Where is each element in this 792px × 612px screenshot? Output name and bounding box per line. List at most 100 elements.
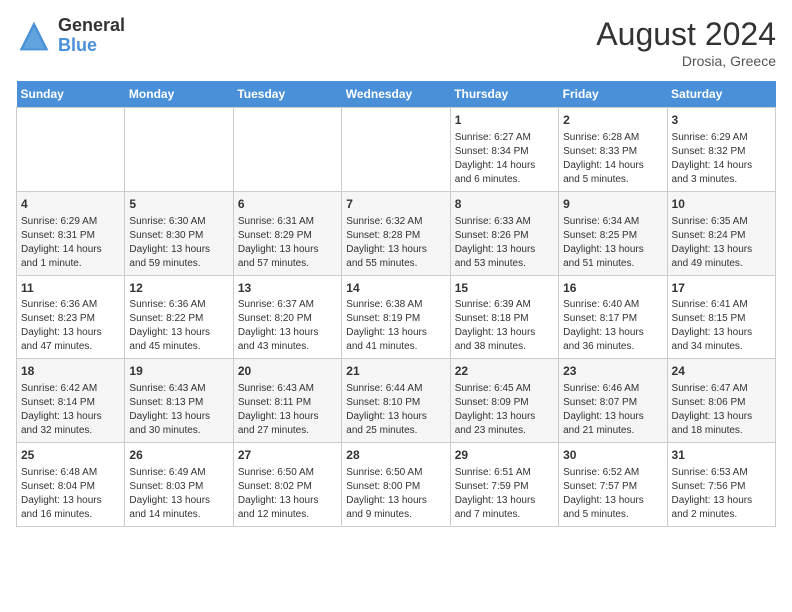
- calendar-cell: 28 Sunrise: 6:50 AM Sunset: 8:00 PM Dayli…: [342, 443, 450, 527]
- header: General Blue August 2024 Drosia, Greece: [16, 16, 776, 69]
- header-monday: Monday: [125, 81, 233, 108]
- calendar-cell: 5 Sunrise: 6:30 AM Sunset: 8:30 PM Daylig…: [125, 191, 233, 275]
- day-info: Sunrise: 6:51 AM Sunset: 7:59 PM Dayligh…: [455, 466, 554, 522]
- day-info: Sunrise: 6:50 AM Sunset: 8:02 PM Dayligh…: [238, 466, 337, 522]
- day-info: Sunrise: 6:47 AM Sunset: 8:06 PM Dayligh…: [672, 382, 771, 438]
- calendar-cell: 7 Sunrise: 6:32 AM Sunset: 8:28 PM Daylig…: [342, 191, 450, 275]
- day-number: 16: [563, 280, 662, 297]
- calendar-cell: 29Sunrise: 6:51 AM Sunset: 7:59 PM Dayli…: [450, 443, 558, 527]
- day-info: Sunrise: 6:34 AM Sunset: 8:25 PM Dayligh…: [563, 215, 662, 271]
- day-info: Sunrise: 6:41 AM Sunset: 8:15 PM Dayligh…: [672, 298, 771, 354]
- day-number: 30: [563, 447, 662, 464]
- day-info: Sunrise: 6:36 AM Sunset: 8:22 PM Dayligh…: [129, 298, 228, 354]
- header-sunday: Sunday: [17, 81, 125, 108]
- day-number: 13: [238, 280, 337, 297]
- day-number: 2: [563, 112, 662, 129]
- day-number: 17: [672, 280, 771, 297]
- calendar-header-row: SundayMondayTuesdayWednesdayThursdayFrid…: [17, 81, 776, 108]
- day-info: Sunrise: 6:29 AM Sunset: 8:32 PM Dayligh…: [672, 131, 771, 187]
- header-wednesday: Wednesday: [342, 81, 450, 108]
- calendar-cell: 23 Sunrise: 6:46 AM Sunset: 8:07 PM Dayli…: [559, 359, 667, 443]
- calendar-cell: 15Sunrise: 6:39 AM Sunset: 8:18 PM Dayli…: [450, 275, 558, 359]
- day-number: 5: [129, 196, 228, 213]
- calendar-cell: 8 Sunrise: 6:33 AM Sunset: 8:26 PM Daylig…: [450, 191, 558, 275]
- logo-general: General: [58, 16, 125, 36]
- day-info: Sunrise: 6:38 AM Sunset: 8:19 PM Dayligh…: [346, 298, 445, 354]
- day-info: Sunrise: 6:45 AM Sunset: 8:09 PM Dayligh…: [455, 382, 554, 438]
- calendar-cell: 12Sunrise: 6:36 AM Sunset: 8:22 PM Dayli…: [125, 275, 233, 359]
- day-info: Sunrise: 6:50 AM Sunset: 8:00 PM Dayligh…: [346, 466, 445, 522]
- day-info: Sunrise: 6:48 AM Sunset: 8:04 PM Dayligh…: [21, 466, 120, 522]
- day-number: 22: [455, 363, 554, 380]
- day-number: 27: [238, 447, 337, 464]
- day-info: Sunrise: 6:30 AM Sunset: 8:30 PM Dayligh…: [129, 215, 228, 271]
- day-info: Sunrise: 6:28 AM Sunset: 8:33 PM Dayligh…: [563, 131, 662, 187]
- day-info: Sunrise: 6:36 AM Sunset: 8:23 PM Dayligh…: [21, 298, 120, 354]
- calendar-cell: [342, 108, 450, 192]
- logo-icon: [16, 18, 52, 54]
- header-saturday: Saturday: [667, 81, 775, 108]
- day-number: 4: [21, 196, 120, 213]
- calendar-cell: 1 Sunrise: 6:27 AM Sunset: 8:34 PM Daylig…: [450, 108, 558, 192]
- day-number: 9: [563, 196, 662, 213]
- calendar-cell: 16Sunrise: 6:40 AM Sunset: 8:17 PM Dayli…: [559, 275, 667, 359]
- calendar-cell: 26 Sunrise: 6:49 AM Sunset: 8:03 PM Dayli…: [125, 443, 233, 527]
- day-number: 7: [346, 196, 445, 213]
- calendar-cell: [233, 108, 341, 192]
- calendar-cell: 4 Sunrise: 6:29 AM Sunset: 8:31 PM Daylig…: [17, 191, 125, 275]
- week-row-2: 11Sunrise: 6:36 AM Sunset: 8:23 PM Dayli…: [17, 275, 776, 359]
- calendar-cell: 19Sunrise: 6:43 AM Sunset: 8:13 PM Dayli…: [125, 359, 233, 443]
- calendar-cell: 14Sunrise: 6:38 AM Sunset: 8:19 PM Dayli…: [342, 275, 450, 359]
- day-number: 26: [129, 447, 228, 464]
- day-number: 28: [346, 447, 445, 464]
- day-info: Sunrise: 6:37 AM Sunset: 8:20 PM Dayligh…: [238, 298, 337, 354]
- day-info: Sunrise: 6:43 AM Sunset: 8:13 PM Dayligh…: [129, 382, 228, 438]
- day-info: Sunrise: 6:40 AM Sunset: 8:17 PM Dayligh…: [563, 298, 662, 354]
- day-info: Sunrise: 6:52 AM Sunset: 7:57 PM Dayligh…: [563, 466, 662, 522]
- calendar-cell: 17Sunrise: 6:41 AM Sunset: 8:15 PM Dayli…: [667, 275, 775, 359]
- day-number: 8: [455, 196, 554, 213]
- calendar-cell: 6Sunrise: 6:31 AM Sunset: 8:29 PM Daylig…: [233, 191, 341, 275]
- day-number: 25: [21, 447, 120, 464]
- header-tuesday: Tuesday: [233, 81, 341, 108]
- calendar-cell: 9 Sunrise: 6:34 AM Sunset: 8:25 PM Daylig…: [559, 191, 667, 275]
- day-number: 24: [672, 363, 771, 380]
- logo-blue: Blue: [58, 36, 125, 56]
- week-row-3: 18Sunrise: 6:42 AM Sunset: 8:14 PM Dayli…: [17, 359, 776, 443]
- header-friday: Friday: [559, 81, 667, 108]
- day-info: Sunrise: 6:49 AM Sunset: 8:03 PM Dayligh…: [129, 466, 228, 522]
- week-row-4: 25 Sunrise: 6:48 AM Sunset: 8:04 PM Dayli…: [17, 443, 776, 527]
- day-info: Sunrise: 6:35 AM Sunset: 8:24 PM Dayligh…: [672, 215, 771, 271]
- calendar-cell: 22 Sunrise: 6:45 AM Sunset: 8:09 PM Dayli…: [450, 359, 558, 443]
- calendar-cell: 10 Sunrise: 6:35 AM Sunset: 8:24 PM Dayli…: [667, 191, 775, 275]
- calendar-cell: 31Sunrise: 6:53 AM Sunset: 7:56 PM Dayli…: [667, 443, 775, 527]
- calendar-cell: 2 Sunrise: 6:28 AM Sunset: 8:33 PM Daylig…: [559, 108, 667, 192]
- day-number: 21: [346, 363, 445, 380]
- day-number: 3: [672, 112, 771, 129]
- header-thursday: Thursday: [450, 81, 558, 108]
- logo: General Blue: [16, 16, 125, 56]
- day-info: Sunrise: 6:44 AM Sunset: 8:10 PM Dayligh…: [346, 382, 445, 438]
- day-info: Sunrise: 6:27 AM Sunset: 8:34 PM Dayligh…: [455, 131, 554, 187]
- day-number: 23: [563, 363, 662, 380]
- calendar-cell: 11Sunrise: 6:36 AM Sunset: 8:23 PM Dayli…: [17, 275, 125, 359]
- day-info: Sunrise: 6:29 AM Sunset: 8:31 PM Dayligh…: [21, 215, 120, 271]
- week-row-0: 1 Sunrise: 6:27 AM Sunset: 8:34 PM Daylig…: [17, 108, 776, 192]
- day-info: Sunrise: 6:43 AM Sunset: 8:11 PM Dayligh…: [238, 382, 337, 438]
- day-number: 10: [672, 196, 771, 213]
- day-number: 20: [238, 363, 337, 380]
- calendar-cell: 21 Sunrise: 6:44 AM Sunset: 8:10 PM Dayli…: [342, 359, 450, 443]
- day-number: 1: [455, 112, 554, 129]
- calendar-cell: 13Sunrise: 6:37 AM Sunset: 8:20 PM Dayli…: [233, 275, 341, 359]
- day-info: Sunrise: 6:33 AM Sunset: 8:26 PM Dayligh…: [455, 215, 554, 271]
- day-info: Sunrise: 6:46 AM Sunset: 8:07 PM Dayligh…: [563, 382, 662, 438]
- calendar-cell: 27 Sunrise: 6:50 AM Sunset: 8:02 PM Dayli…: [233, 443, 341, 527]
- day-info: Sunrise: 6:31 AM Sunset: 8:29 PM Dayligh…: [238, 215, 337, 271]
- day-number: 12: [129, 280, 228, 297]
- day-number: 14: [346, 280, 445, 297]
- calendar-cell: 3 Sunrise: 6:29 AM Sunset: 8:32 PM Daylig…: [667, 108, 775, 192]
- calendar-cell: 30 Sunrise: 6:52 AM Sunset: 7:57 PM Dayli…: [559, 443, 667, 527]
- logo-text: General Blue: [58, 16, 125, 56]
- day-info: Sunrise: 6:32 AM Sunset: 8:28 PM Dayligh…: [346, 215, 445, 271]
- day-number: 18: [21, 363, 120, 380]
